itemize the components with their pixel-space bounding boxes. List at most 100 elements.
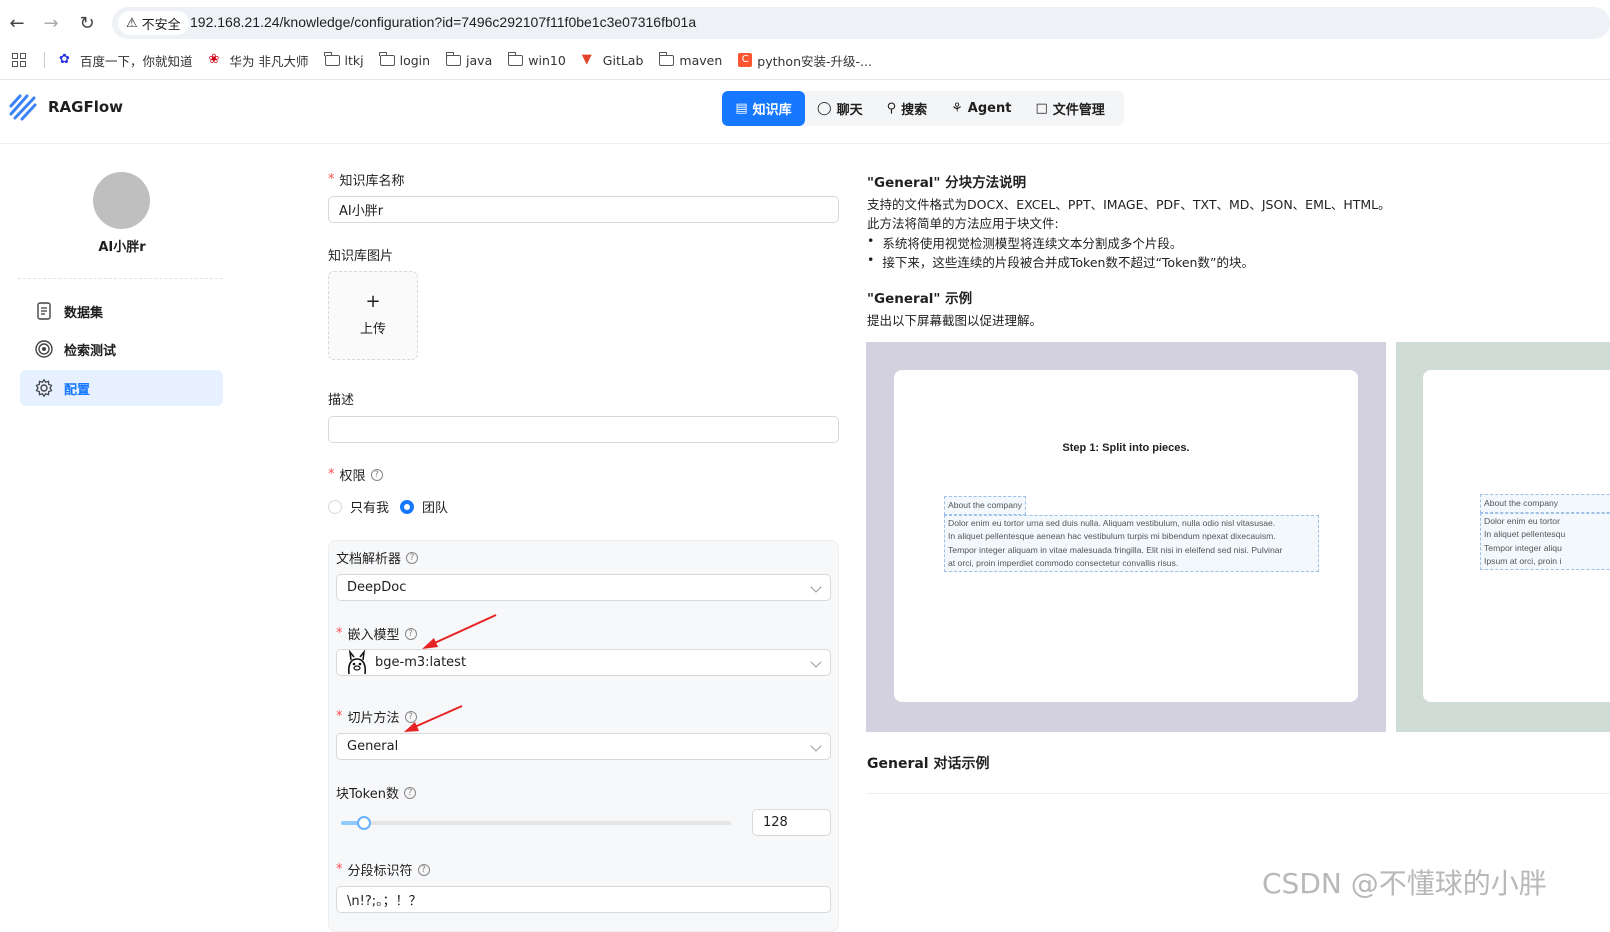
bookmark-gitlab[interactable]: ▼ GitLab [582,53,644,68]
huawei-icon: ❀ [208,52,220,67]
nav-knowledge-base[interactable]: ▤ 知识库 [722,91,805,126]
upload-button[interactable]: + 上传 [328,271,418,360]
required-mark: * [328,467,335,482]
bookmark-ltkj[interactable]: ltkj [324,51,364,68]
back-icon[interactable]: ← [4,10,30,36]
token-slider-track[interactable] [341,821,731,825]
target-icon [35,340,53,358]
chevron-down-icon [810,740,822,752]
watermark: CSDN @不懂球的小胖 [1262,867,1547,900]
nav-agent[interactable]: ⚘ Agent [939,91,1023,126]
parser-select[interactable]: DeepDoc [336,574,831,601]
bookmark-python[interactable]: C python安装-升级-... [738,51,872,70]
sidebar-item-retrieval-test[interactable]: 检索测试 [20,331,223,367]
annotation-arrow-icon [422,614,497,649]
help-icon[interactable]: ? [417,863,430,876]
help-icon[interactable]: ? [404,627,417,640]
csdn-icon: C [738,53,753,67]
example-card: About the company Dolor enim eu tortor I… [1423,370,1610,702]
baidu-icon: ✿ [59,52,70,67]
url-text[interactable]: 192.168.21.24/knowledge/configuration?id… [190,14,696,30]
chevron-down-icon [810,656,822,668]
brand-name[interactable]: RAGFlow [48,98,123,116]
example-chunk-body: Dolor enim eu tortor urna sed duis nulla… [944,515,1319,573]
bookmarks-bar: ✿ 百度一下，你就知道 ❀ 华为 非凡大师 ltkj login java wi… [0,46,1610,74]
permission-radio-only-me[interactable]: 只有我 [328,497,389,516]
folder-icon [507,51,524,66]
info-intro: 此方法将简单的方法应用于块文件: [867,216,1059,231]
bookmark-java[interactable]: java [445,51,492,68]
sidebar-item-dataset[interactable]: 数据集 [20,293,223,329]
reload-icon[interactable]: ↻ [74,10,100,36]
description-label: 描述 [328,393,355,408]
token-number-input[interactable]: 128 [752,809,831,836]
example-image-1: Step 1: Split into pieces. About the com… [866,342,1386,732]
sidebar-item-configuration[interactable]: 配置 [20,370,223,406]
kb-name-input[interactable]: AI小胖r [328,196,839,223]
info-formats: 支持的文件格式为DOCX、EXCEL、PPT、IMAGE、PDF、TXT、MD、… [867,197,1391,212]
kb-name: AI小胖r [98,240,146,255]
embedding-model-label: * 嵌入模型 ? [336,624,417,643]
help-icon[interactable]: ? [404,786,416,799]
chevron-down-icon [810,581,822,593]
delimiter-label: * 分段标识符 ? [336,860,430,879]
bookmark-baidu[interactable]: ✿ 百度一下，你就知道 [59,51,193,70]
info-bullet: • 接下来，这些连续的片段被合并成Token数不超过“Token数”的块。 [867,252,1254,270]
gitlab-icon: ▼ [581,52,592,67]
gear-icon [35,378,53,398]
folder-icon [324,51,340,66]
apps-grid-icon[interactable] [12,53,26,67]
browser-chrome: ← → ↻ ⚠ 不安全 192.168.21.24/knowledge/conf… [0,0,1610,80]
info-title: "General" 分块方法说明 [867,175,1027,191]
folder-icon [658,51,675,66]
parser-label: 文档解析器 ? [336,548,419,567]
insecure-badge[interactable]: ⚠ 不安全 [118,11,189,35]
example-step-title: Step 1: Split into pieces. [1062,442,1190,454]
warning-icon: ⚠ [126,15,138,31]
bookmark-login[interactable]: login [379,51,430,68]
bookmark-huawei[interactable]: ❀ 华为 非凡大师 [209,51,309,70]
nav-search[interactable]: ⚲ 搜索 [875,91,940,126]
ragflow-logo-icon[interactable] [8,92,38,122]
bookmark-maven[interactable]: maven [658,51,722,68]
annotation-arrow-icon [404,705,463,732]
info-bullet: • 系统将使用视觉检测模型将连续文本分割成多个片段。 [867,233,1183,251]
kb-image-label: 知识库图片 [328,249,394,264]
ollama-icon [347,649,367,674]
top-nav: ▤ 知识库 ◯ 聊天 ⚲ 搜索 ⚘ Agent □ 文件管理 [722,91,1124,126]
example-title: "General" 示例 [867,291,973,307]
folder-icon [445,51,462,66]
conversation-example-title: General 对话示例 [867,756,990,772]
help-icon[interactable]: ? [406,551,419,564]
example-card: Step 1: Split into pieces. About the com… [894,370,1358,702]
help-icon[interactable]: ? [370,468,383,481]
embedding-model-select[interactable]: bge-m3:latest [336,649,831,676]
kb-avatar [93,172,150,229]
bookmark-win10[interactable]: win10 [507,51,566,68]
nav-file-management[interactable]: □ 文件管理 [1023,91,1116,126]
required-mark: * [328,172,335,187]
permission-label: * 权限 ? [328,465,383,484]
delimiter-input[interactable]: \n!?;。；！？ [336,886,831,913]
section-divider [867,793,1610,794]
nav-chat[interactable]: ◯ 聊天 [805,91,875,126]
folder-icon [379,51,395,66]
chunk-method-select[interactable]: General [336,733,831,760]
bullet-dot-icon: • [867,233,875,248]
description-input[interactable] [328,416,839,443]
chat-icon: ◯ [817,101,832,116]
forward-icon[interactable]: → [38,10,64,36]
bookmark-divider [44,52,45,68]
radio-circle-selected [400,499,414,514]
example-desc: 提出以下屏幕截图以促进理解。 [867,313,1043,328]
plus-icon: + [365,291,381,312]
required-mark: * [336,862,343,877]
folder-icon: □ [1035,101,1048,116]
sidebar-divider [18,278,223,279]
permission-radio-team[interactable]: 团队 [400,497,448,516]
agent-icon: ⚘ [951,101,963,116]
radio-circle [328,499,342,514]
example-image-2: About the company Dolor enim eu tortor I… [1396,342,1610,732]
example-chunk-body: Dolor enim eu tortor In aliquet pellente… [1480,513,1610,571]
required-mark: * [336,626,343,641]
